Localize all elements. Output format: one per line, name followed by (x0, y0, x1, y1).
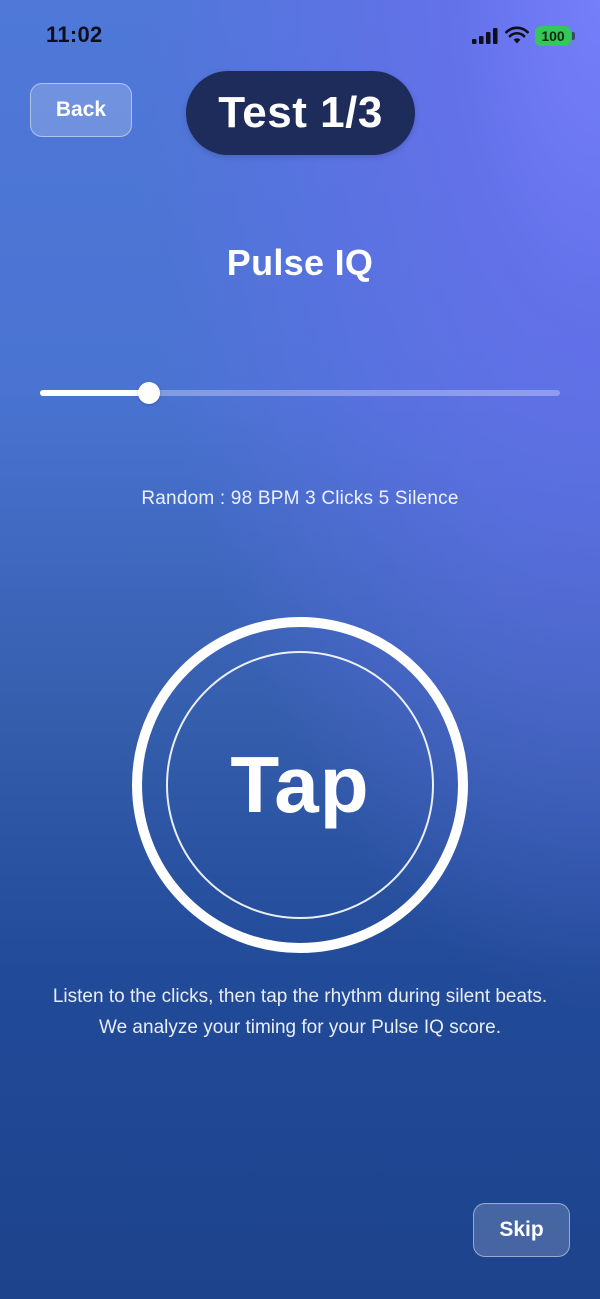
slider-thumb[interactable] (138, 382, 160, 404)
tap-label: Tap (230, 740, 370, 829)
page-title: Pulse IQ (226, 242, 374, 283)
wifi-icon (505, 26, 529, 44)
skip-button[interactable]: Skip (473, 1203, 570, 1257)
battery-tip (572, 32, 575, 40)
test-settings-text: Random : 98 BPM 3 Clicks 5 Silence (141, 488, 459, 509)
pulse-iq-test-screen: 11:02 100 Back Test 1/3 Pulse IQ Random … (0, 0, 600, 1299)
status-time: 11:02 (46, 22, 103, 47)
cellular-signal-icon (472, 28, 498, 44)
progress-slider[interactable] (40, 380, 560, 406)
battery-icon: 100 (535, 26, 571, 46)
slider-fill (40, 390, 149, 396)
tap-button[interactable]: Tap (132, 617, 468, 953)
instructions-text: Listen to the clicks, then tap the rhyth… (52, 986, 548, 1038)
test-progress-pill: Test 1/3 (186, 71, 415, 155)
back-button[interactable]: Back (30, 83, 132, 137)
